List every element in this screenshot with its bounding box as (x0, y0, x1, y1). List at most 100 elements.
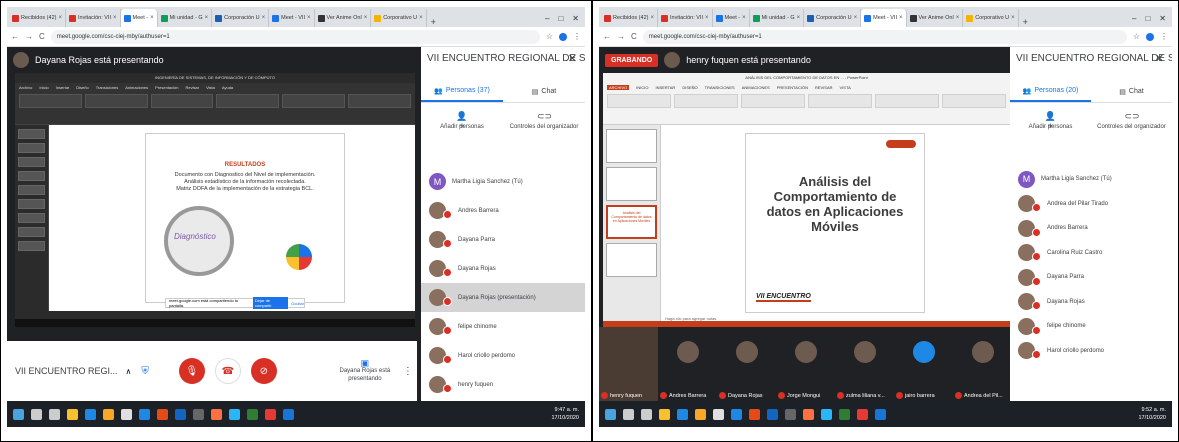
close-tab-icon[interactable]: × (797, 15, 801, 21)
star-icon[interactable]: ☆ (546, 32, 553, 41)
tab-chat[interactable]: ▤ Chat (503, 81, 585, 102)
reload-icon[interactable]: C (631, 32, 637, 41)
store-icon[interactable] (121, 408, 132, 420)
firefox-icon[interactable] (211, 408, 222, 420)
participant-row[interactable]: Dayana Parra (1010, 265, 1172, 290)
participant-row[interactable]: Carolina Ruiz Castro (1010, 241, 1172, 266)
word-icon[interactable] (875, 408, 886, 420)
windows-start-icon[interactable] (605, 408, 616, 420)
participant-row[interactable]: Dayana Rojas (1010, 290, 1172, 315)
browser-tab[interactable]: Meet - × (713, 9, 750, 27)
participant-row[interactable]: M Martha Ligia Sanchez (Tú) (1010, 167, 1172, 192)
back-icon[interactable]: ← (11, 32, 19, 41)
windows-start-icon[interactable] (13, 408, 24, 420)
browser-tab[interactable]: Meet - VII × (269, 9, 315, 27)
tab-people[interactable]: 👥 Personas (37) (421, 81, 503, 102)
chrome-icon[interactable] (265, 408, 276, 420)
explorer-icon[interactable] (695, 408, 706, 420)
close-tab-icon[interactable]: × (1011, 15, 1015, 21)
participant-row[interactable]: Dayana Parra (421, 225, 585, 254)
close-tab-icon[interactable]: × (364, 15, 368, 21)
meeting-name[interactable]: VII ENCUENTRO REGI... (7, 366, 118, 376)
browser-tab[interactable]: Corporación U × (212, 9, 270, 27)
minimize-icon[interactable]: – (1132, 14, 1136, 23)
participant-row[interactable]: felipe chinome (1010, 314, 1172, 339)
video-tile[interactable]: henry fuquen (599, 327, 658, 402)
thumb-selected[interactable]: Análisis del Comportamiento de datos en … (606, 205, 657, 239)
folder-icon[interactable] (821, 408, 832, 420)
host-controls-button[interactable]: ⊂⊃ Controles del organizador (1091, 111, 1172, 130)
star-icon[interactable]: ☆ (1133, 32, 1140, 41)
close-tab-icon[interactable]: × (854, 15, 858, 21)
close-tab-icon[interactable]: × (113, 15, 117, 21)
close-tab-icon[interactable]: × (419, 15, 423, 21)
mail-icon[interactable] (139, 408, 150, 420)
participant-row[interactable]: felipe chinome (421, 312, 585, 341)
video-tile[interactable]: Dayana Rojas (717, 327, 776, 402)
app-icon[interactable] (175, 408, 186, 420)
browser-tab[interactable]: Meet - × (120, 9, 158, 27)
close-tab-icon[interactable]: × (307, 15, 311, 21)
reload-icon[interactable]: C (39, 32, 45, 41)
video-tile[interactable]: zulma liliana v... (835, 327, 894, 402)
back-icon[interactable]: ← (603, 32, 611, 41)
tab-people[interactable]: 👥 Personas (20) (1010, 81, 1091, 102)
new-tab-icon[interactable]: + (427, 17, 440, 27)
forward-icon[interactable]: → (617, 32, 625, 41)
host-controls-button[interactable]: ⊂⊃ Controles del organizador (503, 111, 585, 130)
close-tab-icon[interactable]: × (205, 15, 209, 21)
tab-chat[interactable]: ▤ Chat (1091, 81, 1172, 102)
browser-tab[interactable]: Corporación U × (804, 9, 862, 27)
participant-row[interactable]: henry fuquen (421, 370, 585, 399)
mail-icon[interactable] (731, 408, 742, 420)
video-tile[interactable]: Andrea del Pil... (953, 327, 1012, 402)
maximize-icon[interactable]: □ (1145, 14, 1150, 23)
powerpoint-icon[interactable] (749, 408, 760, 420)
word-icon[interactable] (283, 408, 294, 420)
clock-app-icon[interactable] (193, 408, 204, 420)
menu-icon[interactable]: ⋮ (573, 32, 581, 41)
participant-row[interactable]: Andres Barrera (1010, 216, 1172, 241)
excel-icon[interactable] (839, 408, 850, 420)
close-tab-icon[interactable]: × (705, 15, 709, 21)
close-tab-icon[interactable]: × (956, 15, 960, 21)
hide-button[interactable]: Ocultar (291, 301, 304, 306)
close-window-icon[interactable]: ✕ (572, 14, 579, 23)
browser-tab[interactable]: Mi unidad - G × (158, 9, 213, 27)
edge-icon[interactable] (677, 408, 688, 420)
url-field[interactable]: meet.google.com/csc-ciej-mby/authuser=1 (50, 29, 540, 44)
powerpoint-icon[interactable] (157, 408, 168, 420)
browser-tab[interactable]: Recibidos (42) × (601, 9, 658, 27)
close-tab-icon[interactable]: × (58, 15, 62, 21)
close-icon[interactable]: ✕ (1155, 52, 1164, 65)
browser-tab[interactable]: Mi unidad - G × (750, 9, 805, 27)
task-view-icon[interactable] (49, 408, 60, 420)
add-people-button[interactable]: 👤+ Añadir personas (421, 111, 503, 131)
browser-tab[interactable]: Ver Anime Onl × (907, 9, 964, 27)
url-field[interactable]: meet.google.com/csc-ciej-mby/authuser=1 (642, 29, 1127, 44)
chevron-up-icon[interactable]: ∧ (126, 367, 132, 376)
close-icon[interactable]: ✕ (568, 52, 577, 65)
task-view-icon[interactable] (641, 408, 652, 420)
new-tab-icon[interactable]: + (1019, 17, 1032, 27)
search-icon[interactable] (31, 408, 42, 420)
participant-row[interactable]: Andrea del Pilar Tirado (1010, 192, 1172, 217)
participant-row[interactable]: Harol criollo perdomo (1010, 339, 1172, 364)
close-tab-icon[interactable]: × (650, 15, 654, 21)
forward-icon[interactable]: → (25, 32, 33, 41)
close-tab-icon[interactable]: × (150, 15, 154, 21)
close-tab-icon[interactable]: × (899, 15, 903, 21)
close-tab-icon[interactable]: × (262, 15, 266, 21)
video-tile[interactable]: jairo barrera (894, 327, 953, 402)
camera-off-button[interactable]: ⊘ (250, 358, 277, 384)
profile-avatar[interactable] (559, 32, 567, 41)
firefox-icon[interactable] (803, 408, 814, 420)
participant-row[interactable]: M Martha Ligia Sanchez (Tú) (421, 167, 585, 196)
close-tab-icon[interactable]: × (742, 15, 746, 21)
browser-tab[interactable]: Corporativo U × (371, 9, 427, 27)
search-icon[interactable] (623, 408, 634, 420)
menu-icon[interactable]: ⋮ (1160, 32, 1168, 41)
shield-icon[interactable]: ⛨ (141, 366, 149, 377)
app-icon[interactable] (767, 408, 778, 420)
browser-tab[interactable]: Ver Anime Onl × (315, 9, 372, 27)
